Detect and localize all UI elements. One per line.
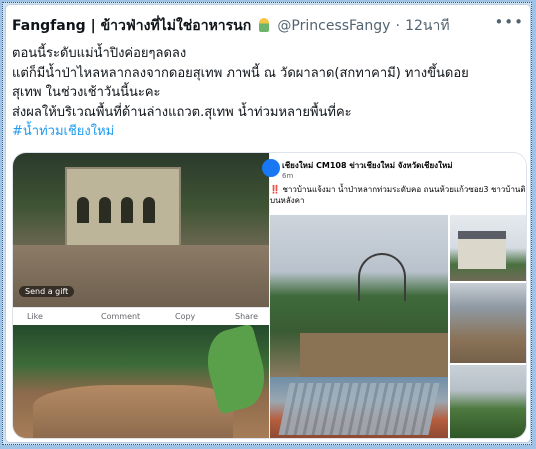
copy-action: Copy <box>175 312 196 321</box>
tweet-card[interactable]: Fangfang | ข้าวฟ่างที่ไม่ใช่อาหารนก @Pri… <box>6 5 530 442</box>
photo-flood-torrent[interactable] <box>13 325 269 438</box>
corn-emoji-icon <box>259 18 270 32</box>
tweet-header: Fangfang | ข้าวฟ่างที่ไม่ใช่อาหารนก @Pri… <box>12 15 522 37</box>
page-avatar <box>262 159 280 177</box>
photo-rooftop[interactable] <box>270 377 448 438</box>
mud-ground <box>13 245 269 307</box>
comment-action: Comment <box>101 312 141 321</box>
display-name[interactable]: Fangfang | ข้าวฟ่างที่ไม่ใช่อาหารนก <box>12 18 251 34</box>
tweet-line: ส่งผลให้บริเวณพื้นที่ด้านล่างแถวต.สุเทพ … <box>12 104 352 120</box>
user-handle[interactable]: @PrincessFangy <box>277 18 390 34</box>
fb-action-bar: Like Comment Copy Share <box>13 307 269 326</box>
tweet-line: แต่ก็มีน้ำป่าไหลหลากลงจากดอยสุเทพ ภาพนี้… <box>12 65 469 81</box>
fb-body-line: ‼️ ชาวบ้านแจ้งมา น้ำป่าหลากท่วมระดับคอ ถ… <box>270 185 527 194</box>
tweet-text: ตอนนี้ระดับแม่น้ำปิงค่อยๆลดลง แต่ก็มีน้ำ… <box>12 44 522 142</box>
fb-post-body: ‼️ ชาวบ้านแจ้งมา น้ำป่าหลากท่วมระดับคอ ถ… <box>270 184 526 206</box>
photo-temple-mudflow[interactable]: Send a gift <box>13 153 269 307</box>
house <box>458 231 506 269</box>
more-horizontal-icon[interactable]: ••• <box>494 13 524 31</box>
tweet-line: สุเทพ ในช่วงเช้าวันนี้นะคะ <box>12 85 161 100</box>
photo-trees[interactable] <box>450 365 526 438</box>
media-grid[interactable]: Send a gift Like Comment Copy Share เชีย… <box>12 152 527 439</box>
send-gift-badge: Send a gift <box>19 286 75 297</box>
photo-flooded-field[interactable] <box>270 215 448 377</box>
timestamp[interactable]: 12นาที <box>405 18 449 34</box>
fb-body-line: บนหลังคา <box>270 196 305 205</box>
hashtag-link[interactable]: #น้ำท่วมเชียงใหม่ <box>12 122 522 142</box>
metal-roof <box>278 383 440 435</box>
muddy-water <box>33 385 233 438</box>
tweet-line: ตอนนี้ระดับแม่น้ำปิงค่อยๆลดลง <box>12 46 187 61</box>
bare-tree <box>358 253 406 301</box>
temple-building <box>65 167 181 251</box>
fb-screenshot-panel[interactable]: เชียงใหม่ CM108 ข่าวเชียงใหม่ จังหวัดเชี… <box>262 153 526 438</box>
like-action: Like <box>27 312 43 321</box>
fb-page-name: เชียงใหม่ CM108 ข่าวเชียงใหม่ จังหวัดเชี… <box>282 161 453 170</box>
fb-post-header: เชียงใหม่ CM108 ข่าวเชียงใหม่ จังหวัดเชี… <box>262 153 526 213</box>
fb-post-time: 6m <box>282 172 294 180</box>
flood-water <box>300 333 448 377</box>
photo-house[interactable] <box>450 215 526 281</box>
share-action: Share <box>235 312 259 321</box>
separator-dot: · <box>395 18 400 34</box>
photo-flooded-yard[interactable] <box>450 283 526 363</box>
